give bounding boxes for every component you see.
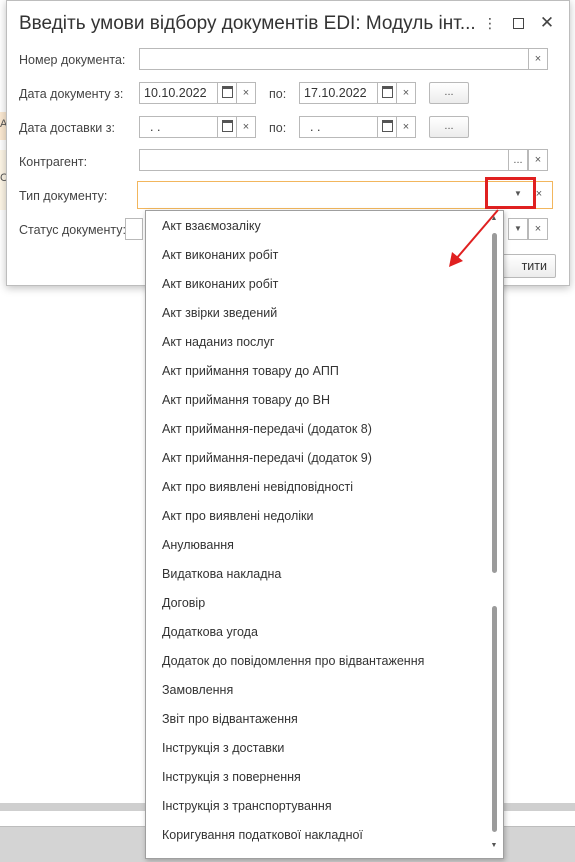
doc-date-to-calendar-button[interactable] (377, 82, 397, 104)
dropdown-item[interactable]: Акт звірки зведений (162, 306, 482, 320)
dropdown-item[interactable]: Коригування податкової накладної (162, 828, 482, 842)
annotation-highlight-box (485, 177, 536, 209)
close-icon[interactable]: ✕ (539, 14, 555, 31)
calendar-icon (221, 120, 233, 133)
doc-type-label: Тип документу: (19, 189, 108, 203)
dropdown-item[interactable]: Звіт про відвантаження (162, 712, 482, 726)
doc-date-to-input[interactable]: 17.10.2022 (299, 82, 378, 104)
calendar-icon (381, 120, 393, 133)
delivery-date-to-clear-button[interactable]: × (396, 116, 416, 138)
dropdown-item[interactable]: Анулювання (162, 538, 482, 552)
dropdown-item[interactable]: Додаток до повідомлення про відвантаженн… (162, 654, 482, 668)
maximize-icon[interactable] (510, 15, 526, 31)
doc-date-to-label: по: (269, 87, 287, 101)
counterparty-clear-button[interactable]: × (528, 149, 548, 171)
doc-status-clear-button[interactable]: × (528, 218, 548, 240)
scrollbar-thumb-lower[interactable] (492, 606, 497, 832)
doc-date-from-input[interactable]: 10.10.2022 (139, 82, 218, 104)
title-bar[interactable]: Введіть умови відбору документів EDI: Мо… (7, 1, 569, 45)
delivery-date-from-label: Дата доставки з: (19, 121, 115, 135)
delivery-date-from-clear-button[interactable]: × (236, 116, 256, 138)
delivery-date-from-input[interactable]: . . (139, 116, 218, 138)
dropdown-item[interactable]: Замовлення (162, 683, 482, 697)
doc-status-dropdown-button[interactable]: ▼ (508, 218, 528, 240)
delivery-date-period-button[interactable]: ... (429, 116, 469, 138)
dropdown-item[interactable]: Договір (162, 596, 482, 610)
counterparty-select-button[interactable]: ... (508, 149, 528, 171)
dropdown-item[interactable]: Акт приймання товару до ВН (162, 393, 482, 407)
dropdown-item[interactable]: Акт приймання-передачі (додаток 9) (162, 451, 482, 465)
doc-date-period-button[interactable]: ... (429, 82, 469, 104)
calendar-icon (221, 86, 233, 99)
delivery-date-to-calendar-button[interactable] (377, 116, 397, 138)
doc-date-from-clear-button[interactable]: × (236, 82, 256, 104)
doc-date-from-label: Дата документу з: (19, 87, 124, 101)
dropdown-item[interactable]: Акт виконаних робіт (162, 248, 482, 262)
dropdown-item[interactable]: Акт приймання товару до АПП (162, 364, 482, 378)
doc-number-input[interactable] (139, 48, 529, 70)
dropdown-item[interactable]: Видаткова накладна (162, 567, 482, 581)
counterparty-input[interactable] (139, 149, 509, 171)
delivery-date-to-label: по: (269, 121, 287, 135)
dropdown-item[interactable]: Акт про виявлені невідповідності (162, 480, 482, 494)
dropdown-item[interactable]: Акт про виявлені недоліки (162, 509, 482, 523)
delivery-date-to-input[interactable]: . . (299, 116, 378, 138)
doc-number-clear-button[interactable]: × (528, 48, 548, 70)
dropdown-item[interactable]: Інструкція з доставки (162, 741, 482, 755)
dialog-title: Введіть умови відбору документів EDI: Мо… (19, 13, 475, 34)
dropdown-item[interactable]: Інструкція з транспортування (162, 799, 482, 813)
calendar-icon (381, 86, 393, 99)
dropdown-item[interactable]: Акт приймання-передачі (додаток 8) (162, 422, 482, 436)
apply-button[interactable]: тити (498, 254, 556, 278)
dropdown-item[interactable]: Акт наданиз послуг (162, 335, 482, 349)
dropdown-scrollbar[interactable]: ▲ ▼ (489, 211, 499, 856)
scroll-up-icon[interactable]: ▲ (490, 215, 498, 222)
doc-status-label: Статус документу: (19, 223, 126, 237)
more-options-icon[interactable]: ⋮ (482, 15, 498, 31)
dropdown-item[interactable]: Інструкція з повернення (162, 770, 482, 784)
dropdown-item[interactable]: Додаткова угода (162, 625, 482, 639)
doc-date-to-clear-button[interactable]: × (396, 82, 416, 104)
doc-status-input[interactable] (125, 218, 143, 240)
counterparty-label: Контрагент: (19, 155, 88, 169)
doc-number-label: Номер документа: (19, 53, 126, 67)
delivery-date-from-calendar-button[interactable] (217, 116, 237, 138)
dropdown-item[interactable]: Акт виконаних робіт (162, 277, 482, 291)
dropdown-item[interactable]: Акт взаємозаліку (162, 219, 482, 233)
doc-type-dropdown-list: Акт взаємозаліку Акт виконаних робіт Акт в… (145, 210, 504, 859)
scrollbar-thumb[interactable] (492, 233, 497, 573)
doc-date-from-calendar-button[interactable] (217, 82, 237, 104)
scroll-down-icon[interactable]: ▼ (490, 842, 498, 849)
